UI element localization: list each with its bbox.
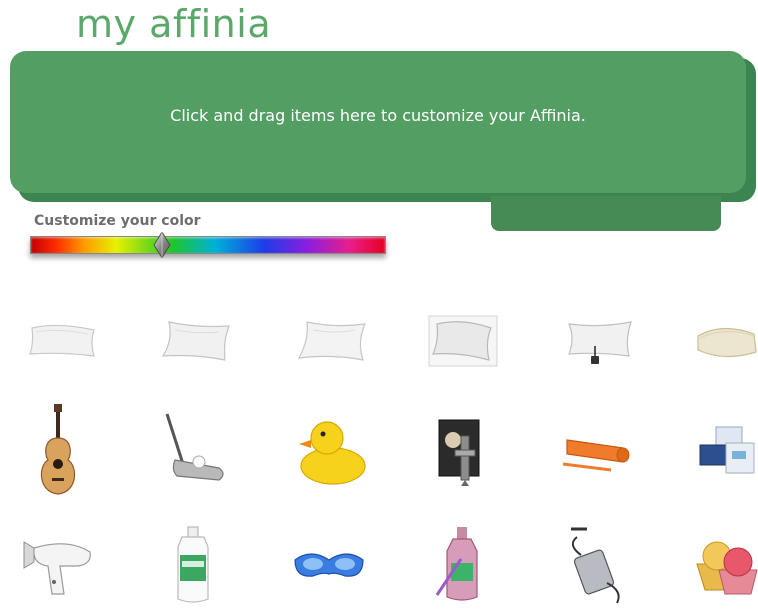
pillow-electric-item[interactable] [552, 293, 642, 383]
contact-solution-icon [177, 526, 209, 603]
drop-zone[interactable]: Click and drag items here to customize y… [10, 51, 746, 193]
guitar-icon [40, 404, 76, 495]
color-slider-track[interactable] [30, 236, 386, 254]
wine-corkscrew-item[interactable] [416, 405, 506, 495]
diamond-handle-icon [153, 231, 171, 259]
bath-bottle-item[interactable] [416, 520, 506, 610]
bath-bottle-icon [435, 527, 478, 601]
pillow-flat-item[interactable] [13, 293, 103, 383]
power-adapter-item[interactable] [552, 520, 642, 610]
toiletries-icon [699, 426, 755, 474]
golf-putter-item[interactable] [148, 405, 238, 495]
hair-dryer-item[interactable] [13, 520, 103, 610]
pillow-icon [161, 321, 230, 361]
contact-solution-item[interactable] [148, 520, 238, 610]
pillow-standard-item[interactable] [148, 293, 238, 383]
rubber-duck-item[interactable] [284, 405, 374, 495]
golf-putter-icon [165, 413, 224, 481]
rubber-duck-icon [299, 421, 366, 485]
cupcakes-item[interactable] [682, 520, 758, 610]
eye-mask-item[interactable] [284, 520, 374, 610]
toiletries-kit-item[interactable] [682, 405, 758, 495]
drop-zone-tab [491, 196, 721, 231]
pillow-plump-item[interactable] [284, 293, 374, 383]
heated-pillow-icon [568, 321, 632, 364]
yoga-mat-item[interactable] [552, 405, 642, 495]
hair-dryer-icon [23, 541, 91, 595]
pillow-icon [297, 321, 366, 361]
yoga-mat-icon [562, 439, 630, 472]
corkscrew-icon [438, 419, 480, 486]
pillow-down-item[interactable] [416, 293, 506, 383]
pillow-icon [29, 324, 95, 357]
pillow-icon [428, 315, 498, 367]
logo: my affinia [76, 2, 272, 46]
cupcakes-icon [696, 541, 758, 595]
color-slider-thumb[interactable] [153, 231, 171, 259]
pillow-memory-foam-item[interactable] [682, 293, 758, 383]
foam-pillow-icon [697, 327, 757, 358]
power-adapter-icon [571, 527, 620, 604]
color-picker-label: Customize your color [34, 213, 201, 229]
guitar-item[interactable] [13, 404, 103, 495]
eye-mask-icon [294, 553, 364, 577]
drop-zone-instruction: Click and drag items here to customize y… [170, 106, 586, 125]
